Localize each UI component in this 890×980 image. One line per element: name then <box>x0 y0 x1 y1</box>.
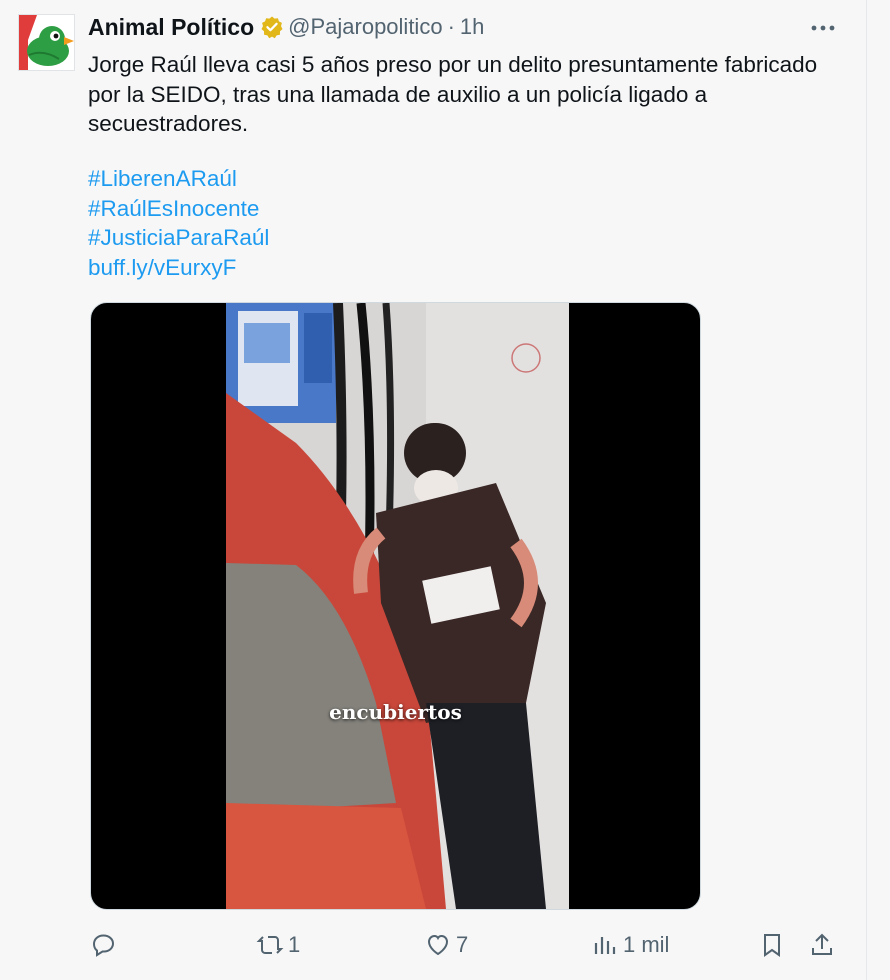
like-count: 7 <box>456 932 469 957</box>
retweet-button[interactable]: 1 <box>256 925 300 965</box>
verified-badge-icon[interactable] <box>260 15 284 39</box>
bookmark-button[interactable] <box>758 925 786 965</box>
video-caption: encubiertos <box>329 700 462 724</box>
views-count: 1 mil <box>623 932 670 957</box>
video-still <box>226 303 569 909</box>
like-button[interactable]: 7 <box>424 925 468 965</box>
video-frame <box>226 303 569 909</box>
hashtag-justicia-para-raul[interactable]: #JusticiaParaRaúl <box>88 223 269 253</box>
handle[interactable]: @Pajaropolitico <box>288 14 442 40</box>
timeline-border <box>866 0 867 980</box>
views-button[interactable]: 1 mil <box>591 925 669 965</box>
hashtag-raul-es-inocente[interactable]: #RaúlEsInocente <box>88 194 269 224</box>
hashtag-liberen-a-raul[interactable]: #LiberenARaúl <box>88 164 269 194</box>
tweet[interactable]: Animal Político @Pajaropolitico · 1h Jor… <box>0 0 890 980</box>
reply-icon <box>92 934 115 957</box>
more-options-icon[interactable] <box>806 16 840 40</box>
tweet-links: #LiberenARaúl #RaúlEsInocente #JusticiaP… <box>88 164 269 282</box>
tweet-header: Animal Político @Pajaropolitico · 1h <box>88 10 484 44</box>
retweet-icon <box>256 936 284 954</box>
share-icon <box>812 933 832 955</box>
heart-icon <box>427 934 449 956</box>
bird-logo-icon <box>19 15 74 70</box>
video-player[interactable]: encubiertos <box>90 302 701 910</box>
reply-button[interactable] <box>89 925 117 965</box>
bookmark-icon <box>764 934 780 957</box>
tweet-text: Jorge Raúl lleva casi 5 años preso por u… <box>88 52 818 136</box>
share-button[interactable] <box>808 925 836 965</box>
timestamp[interactable]: 1h <box>460 14 484 40</box>
separator-dot: · <box>447 14 455 39</box>
display-name[interactable]: Animal Político <box>88 14 254 41</box>
avatar[interactable] <box>18 14 75 71</box>
views-chart-icon <box>594 937 616 954</box>
retweet-count: 1 <box>288 932 301 957</box>
action-bar: 1 7 1 mil <box>0 925 890 965</box>
short-link[interactable]: buff.ly/vEurxyF <box>88 253 269 283</box>
